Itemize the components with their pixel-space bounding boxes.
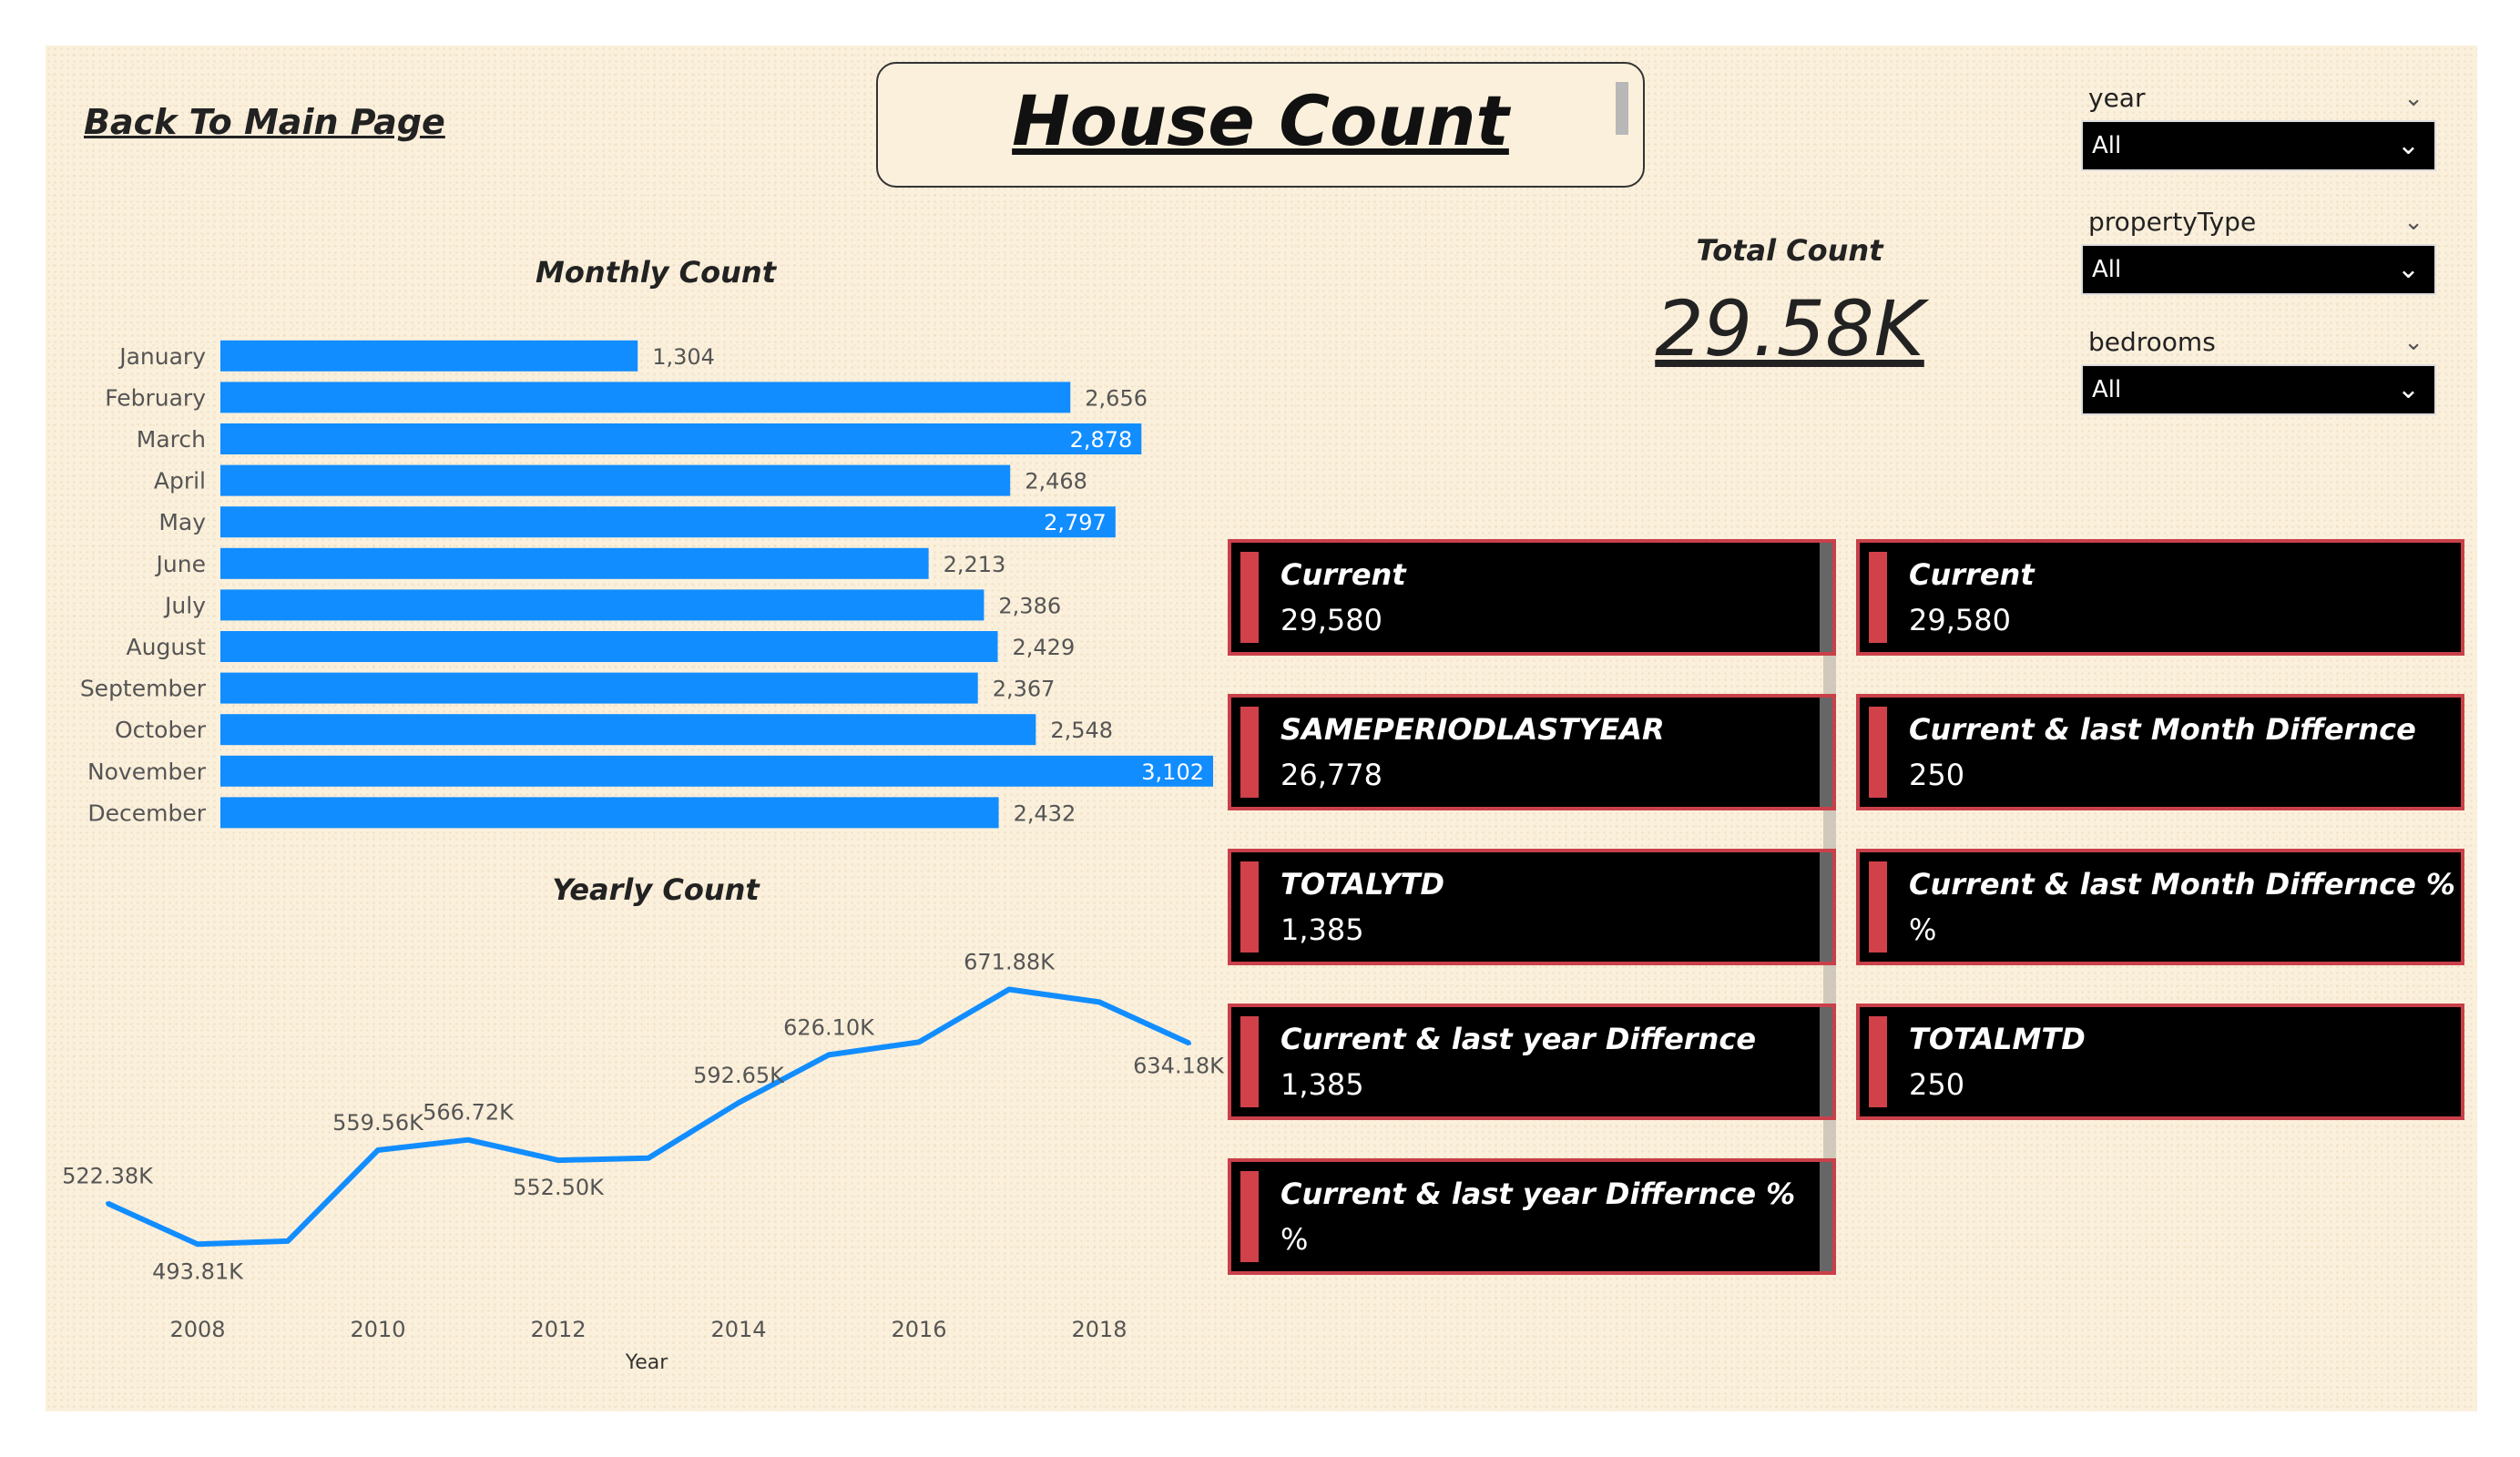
line-point: [1188, 1041, 1191, 1045]
chevron-down-icon: ⌄: [2396, 253, 2420, 285]
card-accent-bar: [1240, 861, 1259, 953]
kpi-card: Current 29,580: [1228, 539, 1836, 656]
card-label: Current: [1280, 557, 1406, 592]
chevron-down-icon: ⌄: [2396, 373, 2420, 405]
kpi-card: Current & last year Differnce 1,385: [1228, 1004, 1836, 1120]
yearly-count-chart: 522.38K 493.81K 559.56K 566.72K 552.50K 592.6…: [62, 949, 1225, 1374]
x-tick-label: 2010: [350, 1317, 405, 1342]
line-point: [196, 1242, 199, 1247]
kpi-card: Current & last year Differnce % %: [1228, 1158, 1836, 1275]
x-tick-label: 2016: [891, 1317, 946, 1342]
total-count-value: 29.58K: [1655, 284, 1924, 373]
property-type-slicer: propertyType ⌄ All ⌄: [2081, 204, 2436, 295]
card-scrollbar[interactable]: [1820, 1162, 1832, 1271]
card-value: 1,385: [1280, 1067, 1364, 1102]
card-scrollbar[interactable]: [1820, 543, 1832, 652]
x-tick-label: 2012: [530, 1317, 586, 1342]
bedrooms-dropdown[interactable]: All ⌄: [2081, 364, 2436, 415]
line-point: [917, 1040, 921, 1044]
card-accent-bar: [1869, 707, 1887, 798]
card-value: 26,778: [1280, 758, 1382, 792]
card-label: TOTALMTD: [1909, 1022, 2086, 1056]
line-point: [106, 1201, 109, 1206]
year-slicer-label: year: [2088, 83, 2146, 113]
line-data-label: 566.72K: [423, 1100, 515, 1126]
line-point: [1007, 987, 1011, 992]
kpi-card: TOTALYTD 1,385: [1228, 849, 1836, 965]
card-accent-bar: [1240, 707, 1259, 798]
card-label: Current & last Month Differnce %: [1909, 867, 2455, 902]
chevron-down-icon[interactable]: ⌄: [2403, 204, 2423, 240]
card-value: 29,580: [1280, 603, 1382, 637]
card-accent-bar: [1240, 552, 1259, 643]
chevron-down-icon[interactable]: ⌄: [2403, 324, 2423, 361]
line-point: [556, 1158, 560, 1163]
line-series: [106, 986, 1191, 1248]
bedrooms-slicer: bedrooms ⌄ All ⌄: [2081, 324, 2436, 415]
card-label: Current & last year Differnce: [1280, 1022, 1757, 1056]
card-value: 29,580: [1909, 603, 2011, 637]
line-data-label: 671.88K: [964, 949, 1056, 974]
line-data-label: 634.18K: [1133, 1054, 1225, 1079]
card-label: Current & last year Differnce %: [1280, 1177, 1796, 1211]
x-axis-label: Year: [625, 1351, 669, 1374]
card-label: TOTALYTD: [1280, 867, 1445, 902]
line-point: [466, 1137, 470, 1142]
card-label: Current: [1909, 557, 2035, 592]
bedrooms-slicer-label: bedrooms: [2088, 327, 2216, 357]
line-data-label: 626.10K: [783, 1014, 875, 1040]
card-accent-bar: [1869, 1016, 1887, 1107]
card-accent-bar: [1240, 1016, 1259, 1107]
line-data-label: 493.81K: [152, 1258, 244, 1284]
year-dropdown-value: All: [2092, 132, 2122, 159]
card-value: 250: [1909, 1067, 1965, 1102]
line-point: [286, 1238, 290, 1243]
x-tick-label: 2008: [169, 1317, 225, 1342]
line-point: [647, 1156, 650, 1160]
card-accent-bar: [1240, 1171, 1259, 1262]
line-data-label: 592.65K: [693, 1063, 785, 1088]
card-value: %: [1909, 912, 1937, 947]
kpi-card: TOTALMTD 250: [1856, 1004, 2464, 1120]
property-type-dropdown-value: All: [2092, 256, 2122, 283]
chevron-down-icon[interactable]: ⌄: [2403, 80, 2423, 117]
bedrooms-dropdown-value: All: [2092, 376, 2122, 403]
line-point: [737, 1100, 740, 1105]
chevron-down-icon: ⌄: [2396, 129, 2420, 161]
kpi-card: SAMEPERIODLASTYEAR 26,778: [1228, 694, 1836, 810]
year-dropdown[interactable]: All ⌄: [2081, 120, 2436, 171]
kpi-card: Current 29,580: [1856, 539, 2464, 656]
line-data-label: 552.50K: [513, 1175, 605, 1200]
total-count-label: Total Count: [1696, 233, 1883, 268]
line-point: [827, 1053, 831, 1057]
card-scrollbar[interactable]: [1820, 1007, 1832, 1116]
x-tick-label: 2018: [1071, 1317, 1127, 1342]
property-type-dropdown[interactable]: All ⌄: [2081, 244, 2436, 295]
card-scrollbar[interactable]: [1820, 698, 1832, 807]
card-value: %: [1280, 1222, 1309, 1257]
line-data-label: 559.56K: [332, 1110, 424, 1136]
property-type-slicer-label: propertyType: [2088, 207, 2257, 237]
kpi-card: Current & last Month Differnce 250: [1856, 694, 2464, 810]
year-slicer: year ⌄ All ⌄: [2081, 80, 2436, 171]
line-point: [1097, 1000, 1101, 1004]
card-value: 1,385: [1280, 912, 1364, 947]
title-scrollbar[interactable]: [1616, 82, 1628, 135]
card-label: Current & last Month Differnce: [1909, 712, 2416, 747]
card-label: SAMEPERIODLASTYEAR: [1280, 712, 1665, 747]
kpi-card: Current & last Month Differnce % %: [1856, 849, 2464, 965]
line-point: [376, 1147, 380, 1152]
card-scrollbar[interactable]: [1820, 852, 1832, 962]
line-data-label: 522.38K: [62, 1163, 154, 1188]
card-value: 250: [1909, 758, 1965, 792]
x-tick-label: 2014: [710, 1317, 766, 1342]
card-accent-bar: [1869, 861, 1887, 953]
card-accent-bar: [1869, 552, 1887, 643]
